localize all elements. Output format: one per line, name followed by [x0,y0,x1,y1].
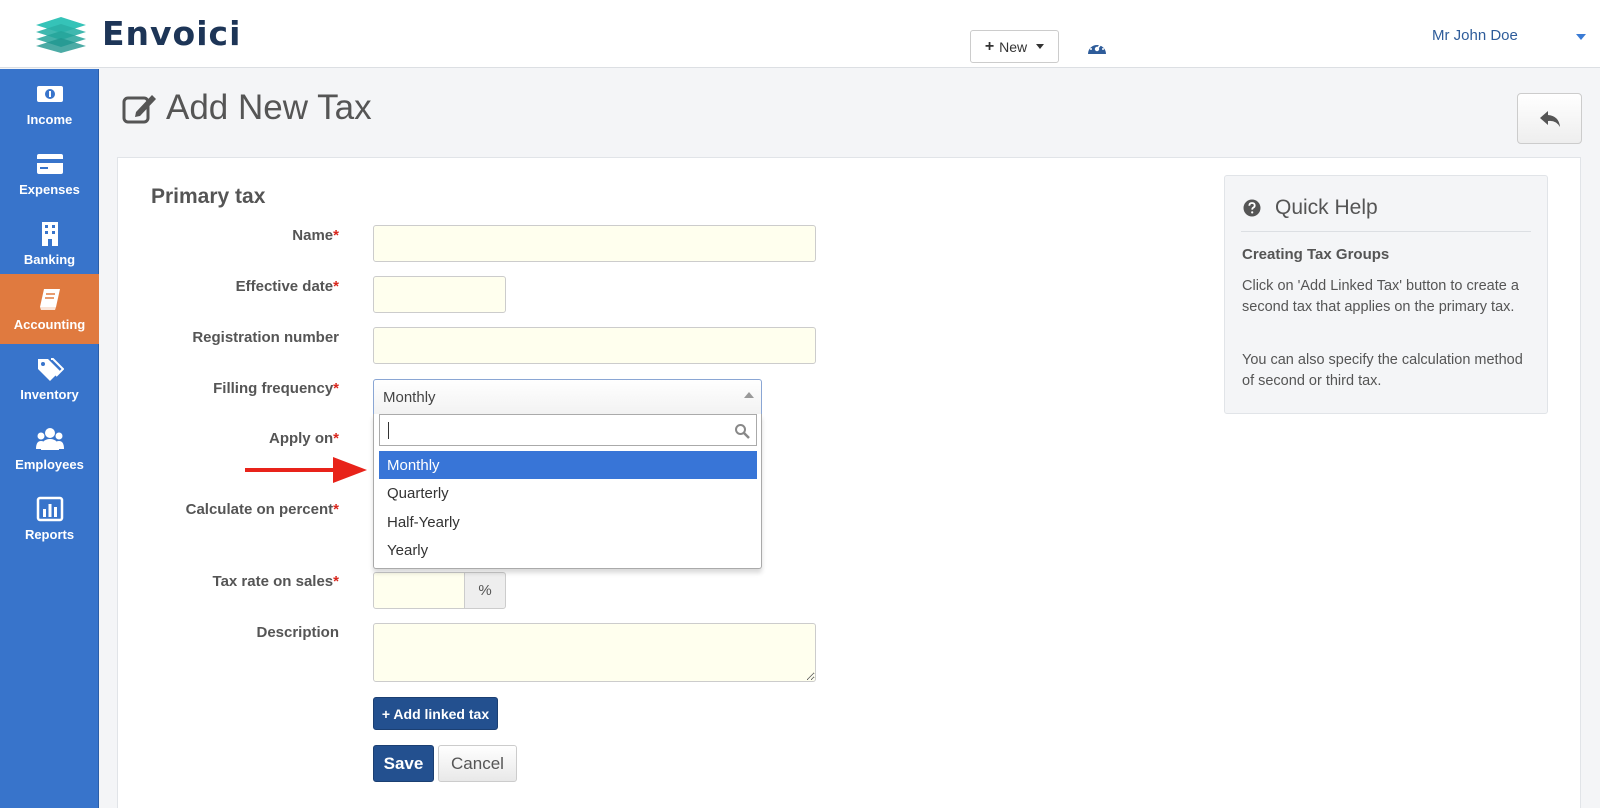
dropdown-option-monthly[interactable]: Monthly [379,451,757,479]
dashboard-icon[interactable] [1086,37,1108,57]
page-header: Add New Tax [122,88,372,128]
chevron-up-icon [744,392,754,398]
effective-date-input[interactable] [373,276,506,313]
required-mark: * [333,573,339,590]
sidebar-item-employees[interactable]: Employees [0,414,99,484]
sidebar-item-income[interactable]: Income [0,69,99,139]
add-linked-tax-button[interactable]: + Add linked tax [373,697,498,730]
quick-help-title: Quick Help [1275,196,1378,219]
sidebar-item-label: Accounting [13,317,86,332]
sidebar: Income Expenses Banking Accounting Inven… [0,69,99,808]
top-bar: Envoici + New Mr John Doe [0,0,1600,68]
annotation-arrow-icon [245,457,367,483]
registration-number-input[interactable] [373,327,816,364]
text-cursor [388,422,389,439]
save-button[interactable]: Save [373,745,434,782]
tax-rate-label-text: Tax rate on sales [212,573,334,590]
required-mark: * [333,278,339,295]
dropdown-option-yearly[interactable]: Yearly [379,536,757,564]
sidebar-item-label: Income [26,112,73,127]
quick-help-paragraph: You can also specify the calculation met… [1242,352,1523,389]
sidebar-item-reports[interactable]: Reports [0,484,99,554]
chevron-down-icon [1036,44,1045,49]
tax-rate-input[interactable] [373,572,465,609]
cancel-button[interactable]: Cancel [438,745,517,782]
new-button[interactable]: + New [970,30,1059,63]
registration-number-label-text: Registration number [192,329,339,346]
description-label-text: Description [256,624,339,641]
apply-on-label-text: Apply on [268,430,334,447]
apply-on-label: Apply on* [99,430,339,447]
sidebar-item-expenses[interactable]: Expenses [0,139,99,209]
sidebar-item-label: Reports [24,527,75,542]
filling-frequency-dropdown: Monthly Quarterly Half-Yearly Yearly [373,414,762,569]
quick-help-paragraph: Click on 'Add Linked Tax' button to crea… [1242,278,1519,315]
sidebar-item-label: Expenses [19,182,80,197]
required-mark: * [333,501,339,518]
name-label: Name* [99,227,339,244]
calculate-on-percent-label-text: Calculate on percent [185,501,334,518]
user-menu-caret-icon[interactable] [1576,34,1586,40]
effective-date-label-text: Effective date [235,278,334,295]
money-icon [36,86,63,102]
description-textarea[interactable] [373,623,816,682]
page-title: Add New Tax [166,88,372,127]
section-title: Primary tax [151,185,266,208]
quick-help-panel: Quick Help Creating Tax Groups Click on … [1224,175,1548,414]
sidebar-item-banking[interactable]: Banking [0,209,99,279]
select-value: Monthly [383,389,436,406]
reply-icon [1539,110,1560,127]
search-icon [735,424,750,439]
sidebar-item-accounting[interactable]: Accounting [0,274,99,344]
required-mark: * [333,380,339,397]
brand-logo[interactable]: Envoici [32,14,241,53]
user-menu[interactable]: Mr John Doe [1432,27,1518,44]
tags-icon [37,358,64,381]
sidebar-item-label: Inventory [20,387,79,402]
effective-date-label: Effective date* [99,278,339,295]
required-mark: * [333,227,339,244]
description-label: Description [99,624,339,641]
registration-number-label: Registration number [99,329,339,346]
percent-addon: % [464,572,506,609]
dropdown-option-quarterly[interactable]: Quarterly [379,479,757,507]
tax-rate-label: Tax rate on sales* [99,573,339,590]
calculate-on-percent-label: Calculate on percent* [99,501,339,518]
plus-icon: + [984,37,995,55]
name-input[interactable] [373,225,816,262]
bar-chart-icon [36,496,63,522]
book-icon [39,289,60,310]
filling-frequency-label: Filling frequency* [99,380,339,397]
back-button[interactable] [1517,93,1582,144]
quick-help-subtitle: Creating Tax Groups [1242,246,1390,263]
filling-frequency-select[interactable]: Monthly [373,379,762,415]
sidebar-item-label: Employees [15,457,84,472]
logo-icon [36,16,86,53]
dropdown-search-input[interactable] [379,414,757,446]
edit-icon [122,95,156,124]
users-icon [35,428,64,450]
dropdown-option-half-yearly[interactable]: Half-Yearly [379,508,757,536]
sidebar-item-inventory[interactable]: Inventory [0,344,99,414]
required-mark: * [333,430,339,447]
quick-help-header: Quick Help [1243,196,1378,220]
question-circle-icon [1243,199,1261,217]
sidebar-item-label: Banking [23,252,76,267]
filling-frequency-label-text: Filling frequency [213,380,334,397]
name-label-text: Name [292,227,334,244]
credit-card-icon [36,154,63,174]
building-icon [41,222,58,246]
new-button-label: New [999,38,1028,55]
brand-name: Envoici [102,14,242,53]
divider [1241,231,1531,232]
